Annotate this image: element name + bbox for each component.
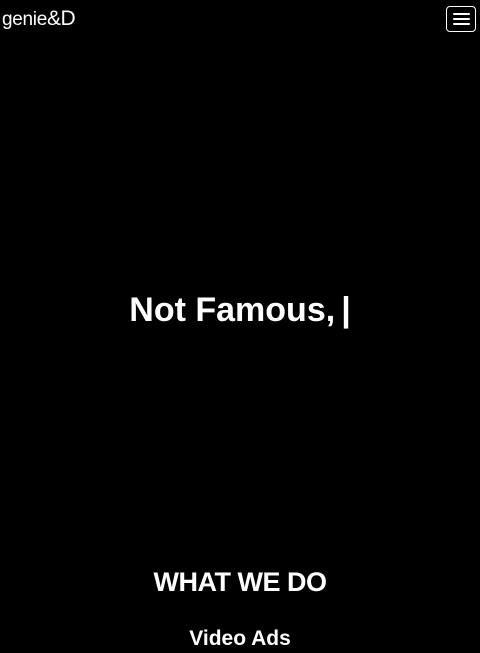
service-item-video-ads[interactable]: Video Ads <box>0 624 480 653</box>
menu-toggle-button[interactable] <box>446 6 476 32</box>
site-header: genie &D <box>0 0 480 40</box>
site-logo[interactable]: genie &D <box>2 7 76 31</box>
hero-headline-text: Not Famous, <box>129 290 336 329</box>
hero-headline: Not Famous, | <box>0 289 480 331</box>
page: genie &D Not Famous, | WHAT WE DO Video Ad… <box>0 0 480 653</box>
typing-cursor: | <box>341 290 351 329</box>
what-we-do-heading: WHAT WE DO <box>153 567 327 598</box>
hamburger-menu-icon <box>452 13 470 15</box>
logo-text: genie <box>2 9 47 30</box>
hamburger-menu-icon-bar-middle <box>452 18 470 20</box>
hamburger-menu-icon-bar-bottom <box>452 23 470 25</box>
logo-amp-text: &D <box>47 7 76 30</box>
